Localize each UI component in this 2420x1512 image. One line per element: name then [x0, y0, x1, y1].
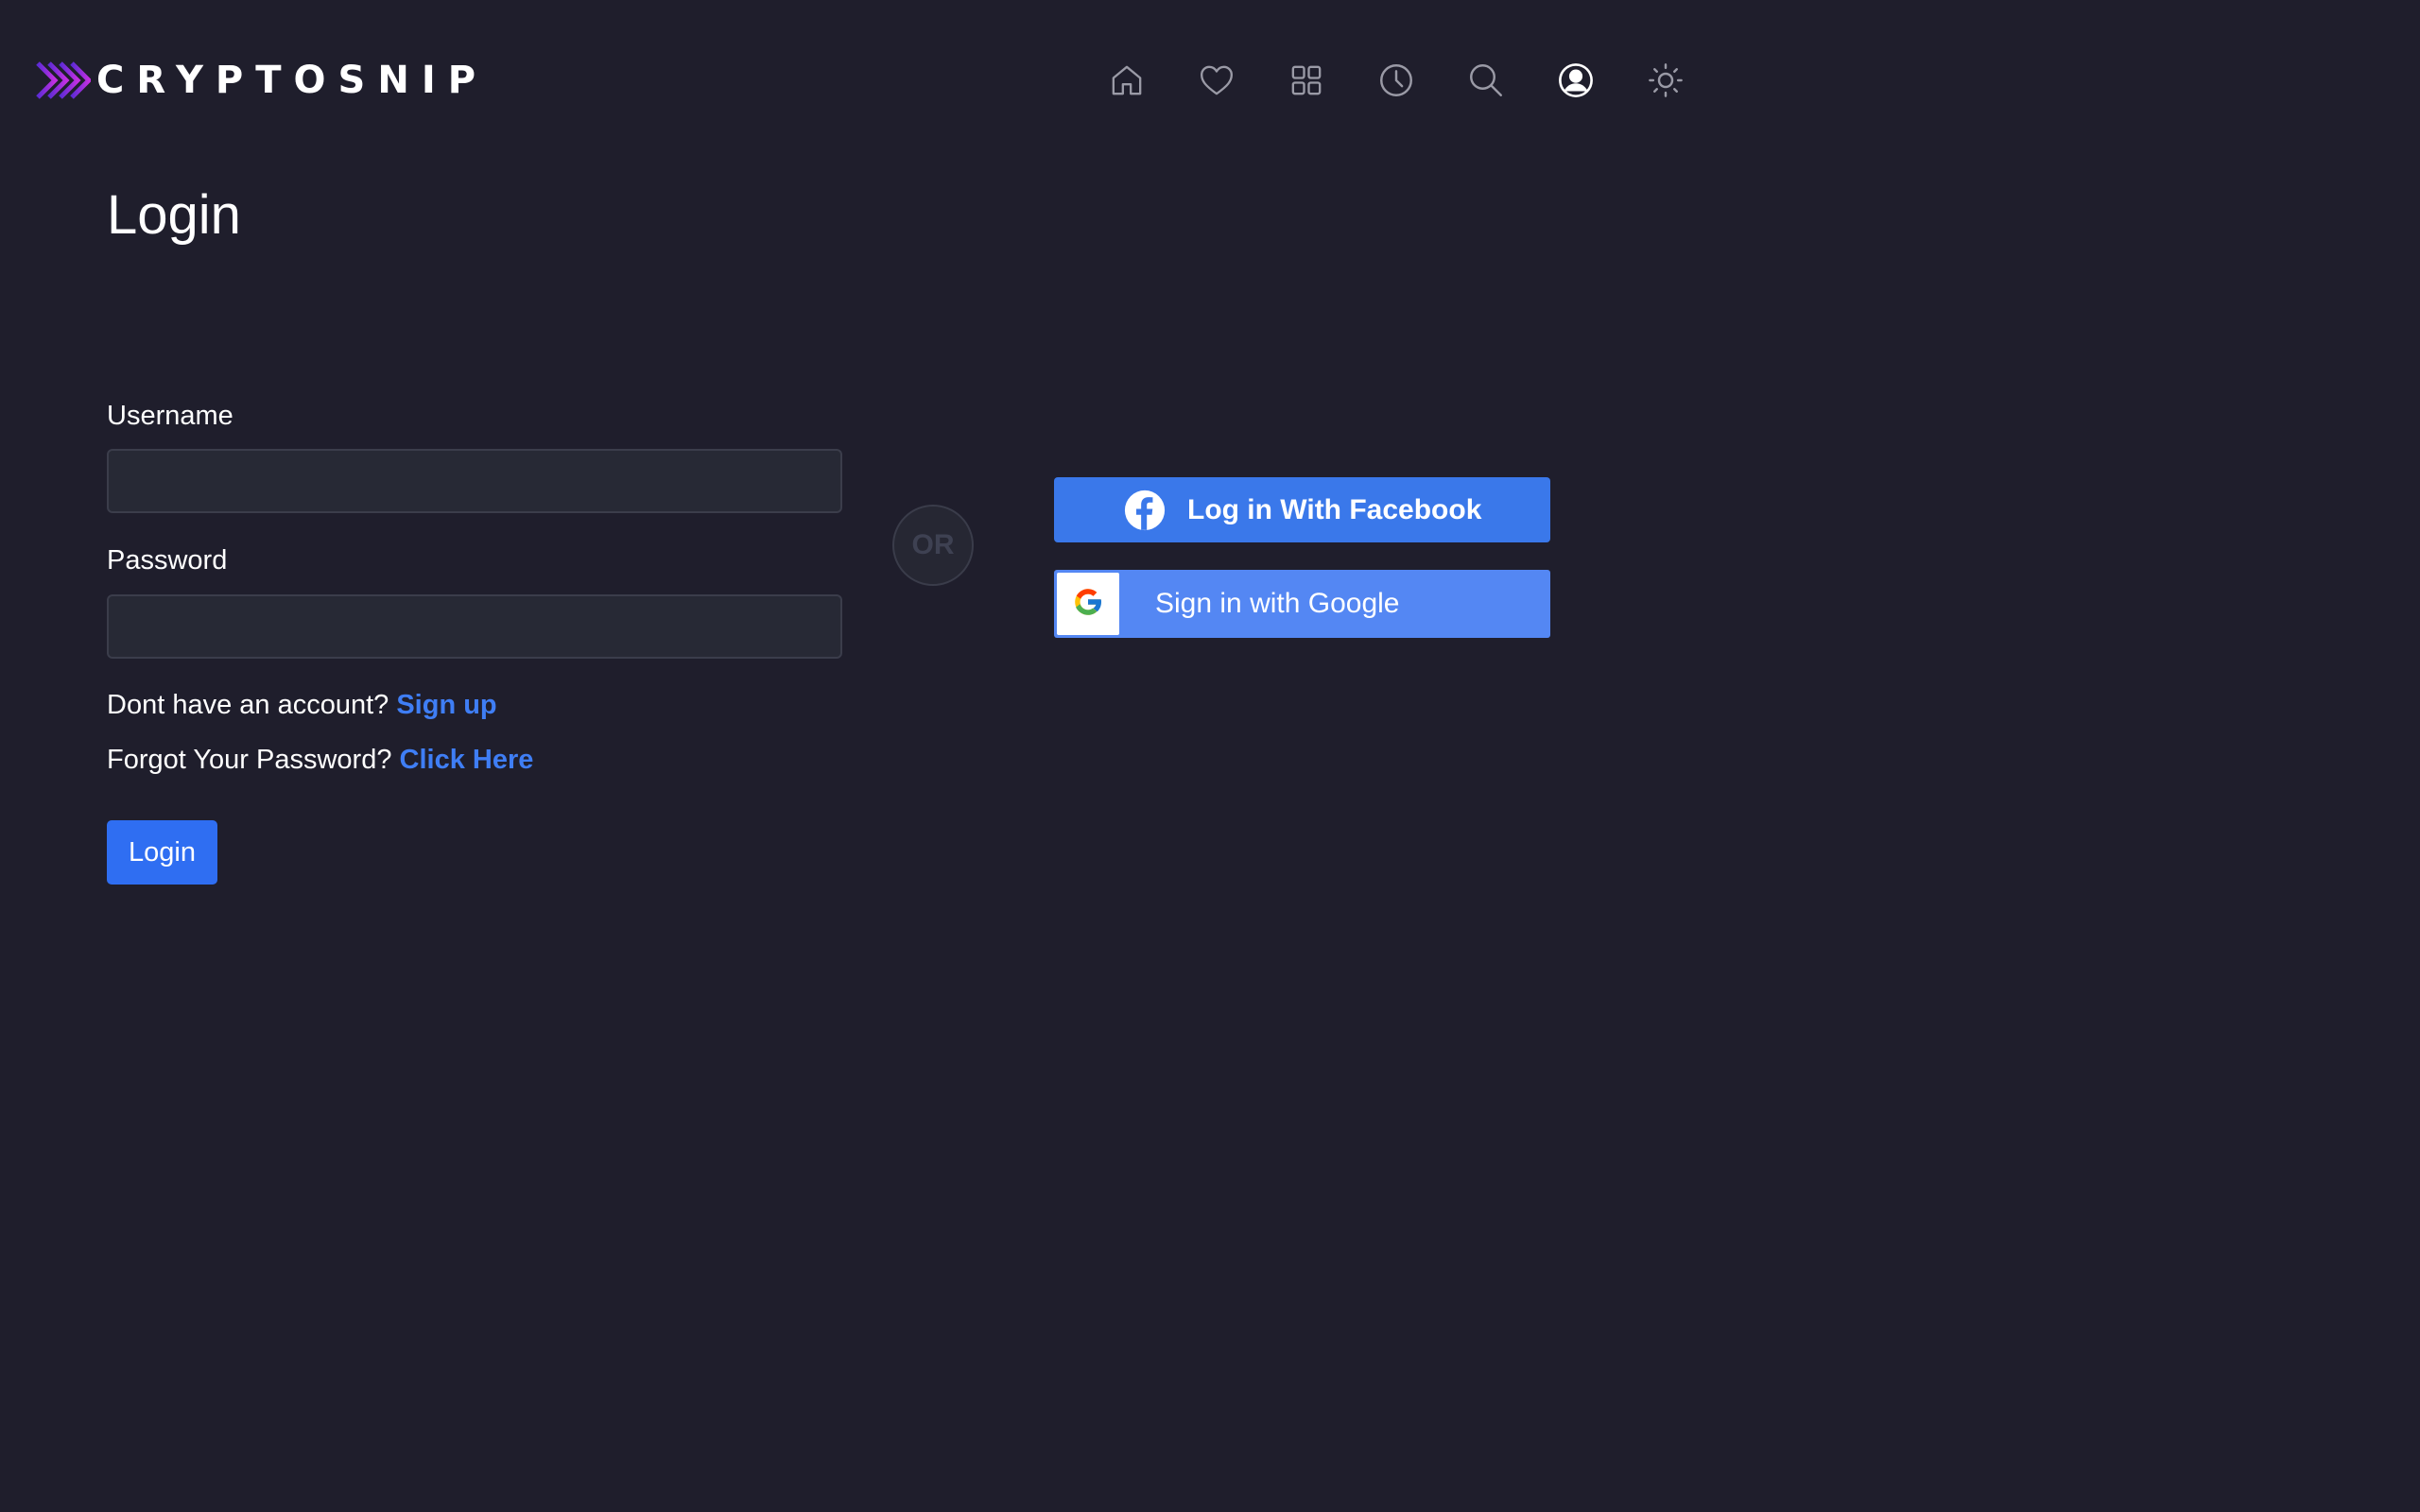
grid-icon: [1288, 61, 1325, 99]
forgot-password-prompt: Forgot Your Password? Click Here: [107, 743, 533, 777]
page-title: Login: [107, 184, 241, 246]
nav-favorites-button[interactable]: [1188, 52, 1245, 109]
brand-name: CRYPTOSNIP: [96, 59, 489, 102]
logo-chevrons-icon: [36, 58, 91, 103]
username-label: Username: [107, 401, 233, 431]
nav-home-button[interactable]: [1098, 52, 1155, 109]
or-divider: OR: [892, 505, 974, 586]
google-icon: [1071, 585, 1105, 624]
forgot-password-link[interactable]: Click Here: [400, 745, 534, 775]
password-input[interactable]: [107, 594, 842, 659]
brand-logo[interactable]: CRYPTOSNIP: [36, 52, 488, 109]
history-clock-icon: [1376, 60, 1416, 100]
google-signin-button[interactable]: Sign in with Google: [1054, 570, 1550, 638]
nav-history-button[interactable]: [1368, 52, 1425, 109]
signup-link[interactable]: Sign up: [396, 690, 496, 720]
heart-icon: [1198, 61, 1236, 99]
signup-prompt: Dont have an account? Sign up: [107, 688, 497, 722]
home-icon: [1108, 61, 1146, 99]
forgot-password-text: Forgot Your Password?: [107, 745, 400, 775]
login-submit-button[interactable]: Login: [107, 820, 217, 885]
nav-account-button[interactable]: [1547, 52, 1604, 109]
nav-theme-toggle-button[interactable]: [1637, 52, 1694, 109]
top-header: CRYPTOSNIP: [0, 0, 2420, 161]
user-account-icon: [1556, 60, 1596, 100]
or-divider-label: OR: [911, 529, 955, 560]
search-icon: [1466, 60, 1506, 100]
facebook-login-button[interactable]: Log in With Facebook: [1054, 477, 1550, 542]
username-input[interactable]: [107, 449, 842, 513]
nav-dashboard-button[interactable]: [1278, 52, 1335, 109]
google-icon-container: [1057, 573, 1119, 635]
signup-prompt-text: Dont have an account?: [107, 690, 397, 720]
facebook-login-label: Log in With Facebook: [1187, 494, 1482, 525]
sun-theme-icon: [1646, 60, 1685, 100]
nav-search-button[interactable]: [1458, 52, 1514, 109]
password-label: Password: [107, 545, 228, 576]
facebook-icon: [1124, 490, 1166, 536]
google-signin-label: Sign in with Google: [1155, 588, 1400, 619]
